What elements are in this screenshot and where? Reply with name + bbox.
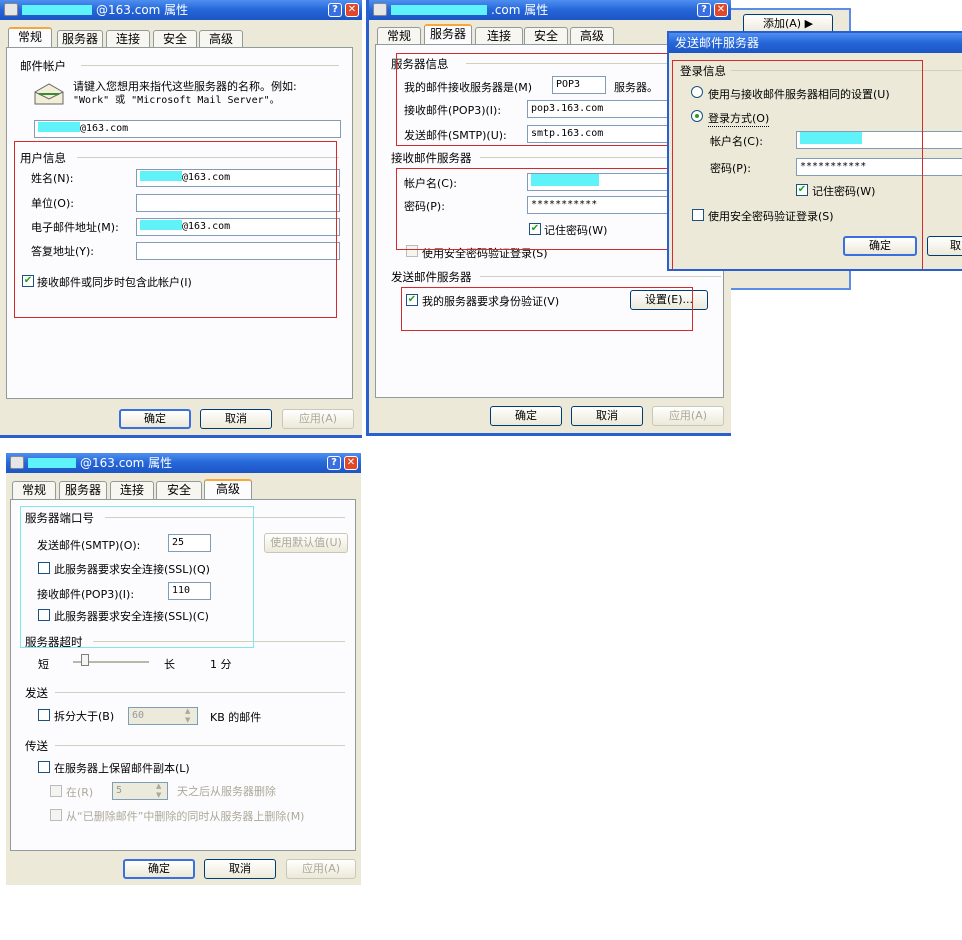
title-bar[interactable]: @163.com 属性 ? ✕	[0, 0, 362, 20]
highlight-box	[20, 506, 254, 648]
window-icon	[4, 3, 18, 16]
timeout-slider-thumb[interactable]	[81, 654, 89, 666]
window-title: @163.com 属性	[96, 3, 189, 17]
leave-copy-checkbox[interactable]	[38, 761, 50, 773]
highlight-box	[672, 60, 923, 269]
tab-servers[interactable]: 服务器	[59, 481, 107, 499]
apply-button[interactable]: 应用(A)	[652, 406, 724, 426]
tab-general[interactable]: 常规	[377, 27, 421, 45]
ok-button[interactable]: 确定	[123, 859, 195, 879]
tab-security[interactable]: 安全	[156, 481, 202, 499]
cancel-button[interactable]: 取消	[200, 409, 272, 429]
delivery-heading: 传送	[25, 739, 48, 753]
outgoing-server-dialog: 发送邮件服务器 登录信息 使用与接收邮件服务器相同的设置(U) 登录方式(O) …	[667, 31, 962, 271]
tab-servers[interactable]: 服务器	[57, 30, 103, 48]
mail-envelope-icon	[33, 80, 65, 108]
help-icon[interactable]: ?	[328, 3, 342, 17]
window-icon	[373, 3, 387, 16]
close-icon[interactable]: ✕	[714, 3, 728, 17]
timeout-short-label: 短	[38, 658, 49, 671]
redacted-account	[28, 458, 76, 468]
window-title: @163.com 属性	[80, 456, 173, 470]
tab-connection[interactable]: 连接	[110, 481, 154, 499]
tab-general[interactable]: 常规	[12, 481, 56, 499]
tab-advanced[interactable]: 高级	[204, 479, 252, 499]
cancel-button[interactable]: 取消	[204, 859, 276, 879]
tab-connection[interactable]: 连接	[475, 27, 523, 45]
title-bar[interactable]: @163.com 属性 ? ✕	[6, 453, 361, 473]
redacted-account	[22, 5, 92, 15]
split-checkbox[interactable]	[38, 709, 50, 721]
remove-after-suffix: 天之后从服务器删除	[177, 785, 276, 798]
title-bar[interactable]: 发送邮件服务器	[669, 33, 962, 53]
close-icon[interactable]: ✕	[344, 456, 358, 470]
mail-account-description-2: "Work" 或 "Microsoft Mail Server"。	[73, 95, 280, 106]
help-icon[interactable]: ?	[327, 456, 341, 470]
apply-button[interactable]: 应用(A)	[286, 859, 356, 879]
window-title: .com 属性	[491, 3, 549, 17]
help-icon[interactable]: ?	[697, 3, 711, 17]
close-icon[interactable]: ✕	[345, 3, 359, 17]
timeout-value: 1 分	[210, 658, 232, 671]
tab-advanced[interactable]: 高级	[570, 27, 614, 45]
remove-deleted-label: 从“已删除邮件”中删除的同时从服务器上删除(M)	[66, 810, 305, 823]
split-unit: KB 的邮件	[210, 711, 262, 724]
ok-button[interactable]: 确定	[490, 406, 562, 426]
timeout-long-label: 长	[164, 658, 175, 671]
split-label: 拆分大于(B)	[54, 710, 115, 723]
remove-deleted-checkbox[interactable]	[50, 809, 62, 821]
properties-dialog-general: @163.com 属性 ? ✕ 常规 服务器 连接 安全 高级 邮件帐户 请键入…	[0, 0, 362, 438]
account-name-input[interactable]: @163.com	[34, 120, 341, 138]
send-heading: 发送	[25, 686, 48, 700]
tab-security[interactable]: 安全	[524, 27, 568, 45]
cancel-button[interactable]: 取	[927, 236, 962, 256]
cancel-button[interactable]: 取消	[571, 406, 643, 426]
dialog-title: 发送邮件服务器	[675, 36, 760, 50]
properties-dialog-advanced: @163.com 属性 ? ✕ 常规 服务器 连接 安全 高级 服务器端口号 发…	[6, 453, 361, 885]
highlight-box	[396, 53, 680, 146]
tab-connection[interactable]: 连接	[106, 30, 150, 48]
window-icon	[10, 456, 24, 469]
mail-account-heading: 邮件帐户	[20, 59, 66, 73]
highlight-box	[14, 141, 337, 318]
title-bar[interactable]: .com 属性 ? ✕	[369, 0, 731, 20]
remove-after-checkbox[interactable]	[50, 785, 62, 797]
remove-after-label: 在(R)	[66, 786, 94, 799]
tab-servers[interactable]: 服务器	[424, 24, 472, 44]
spinner-icon[interactable]: ▲ ▼	[185, 707, 190, 725]
tab-advanced[interactable]: 高级	[199, 30, 243, 48]
use-default-button[interactable]: 使用默认值(U)	[264, 533, 348, 553]
outgoing-server-heading: 发送邮件服务器	[391, 270, 472, 284]
tab-general[interactable]: 常规	[8, 27, 52, 47]
chevron-right-icon: ▶	[804, 17, 814, 30]
spinner-icon[interactable]: ▲ ▼	[156, 782, 161, 800]
incoming-server-heading: 接收邮件服务器	[391, 151, 472, 165]
apply-button[interactable]: 应用(A)	[282, 409, 354, 429]
highlight-box	[396, 168, 680, 250]
highlight-box	[401, 287, 693, 331]
tab-security[interactable]: 安全	[153, 30, 197, 48]
leave-copy-label: 在服务器上保留邮件副本(L)	[54, 762, 190, 775]
redacted-account	[391, 5, 487, 15]
ok-button[interactable]: 确定	[119, 409, 191, 429]
